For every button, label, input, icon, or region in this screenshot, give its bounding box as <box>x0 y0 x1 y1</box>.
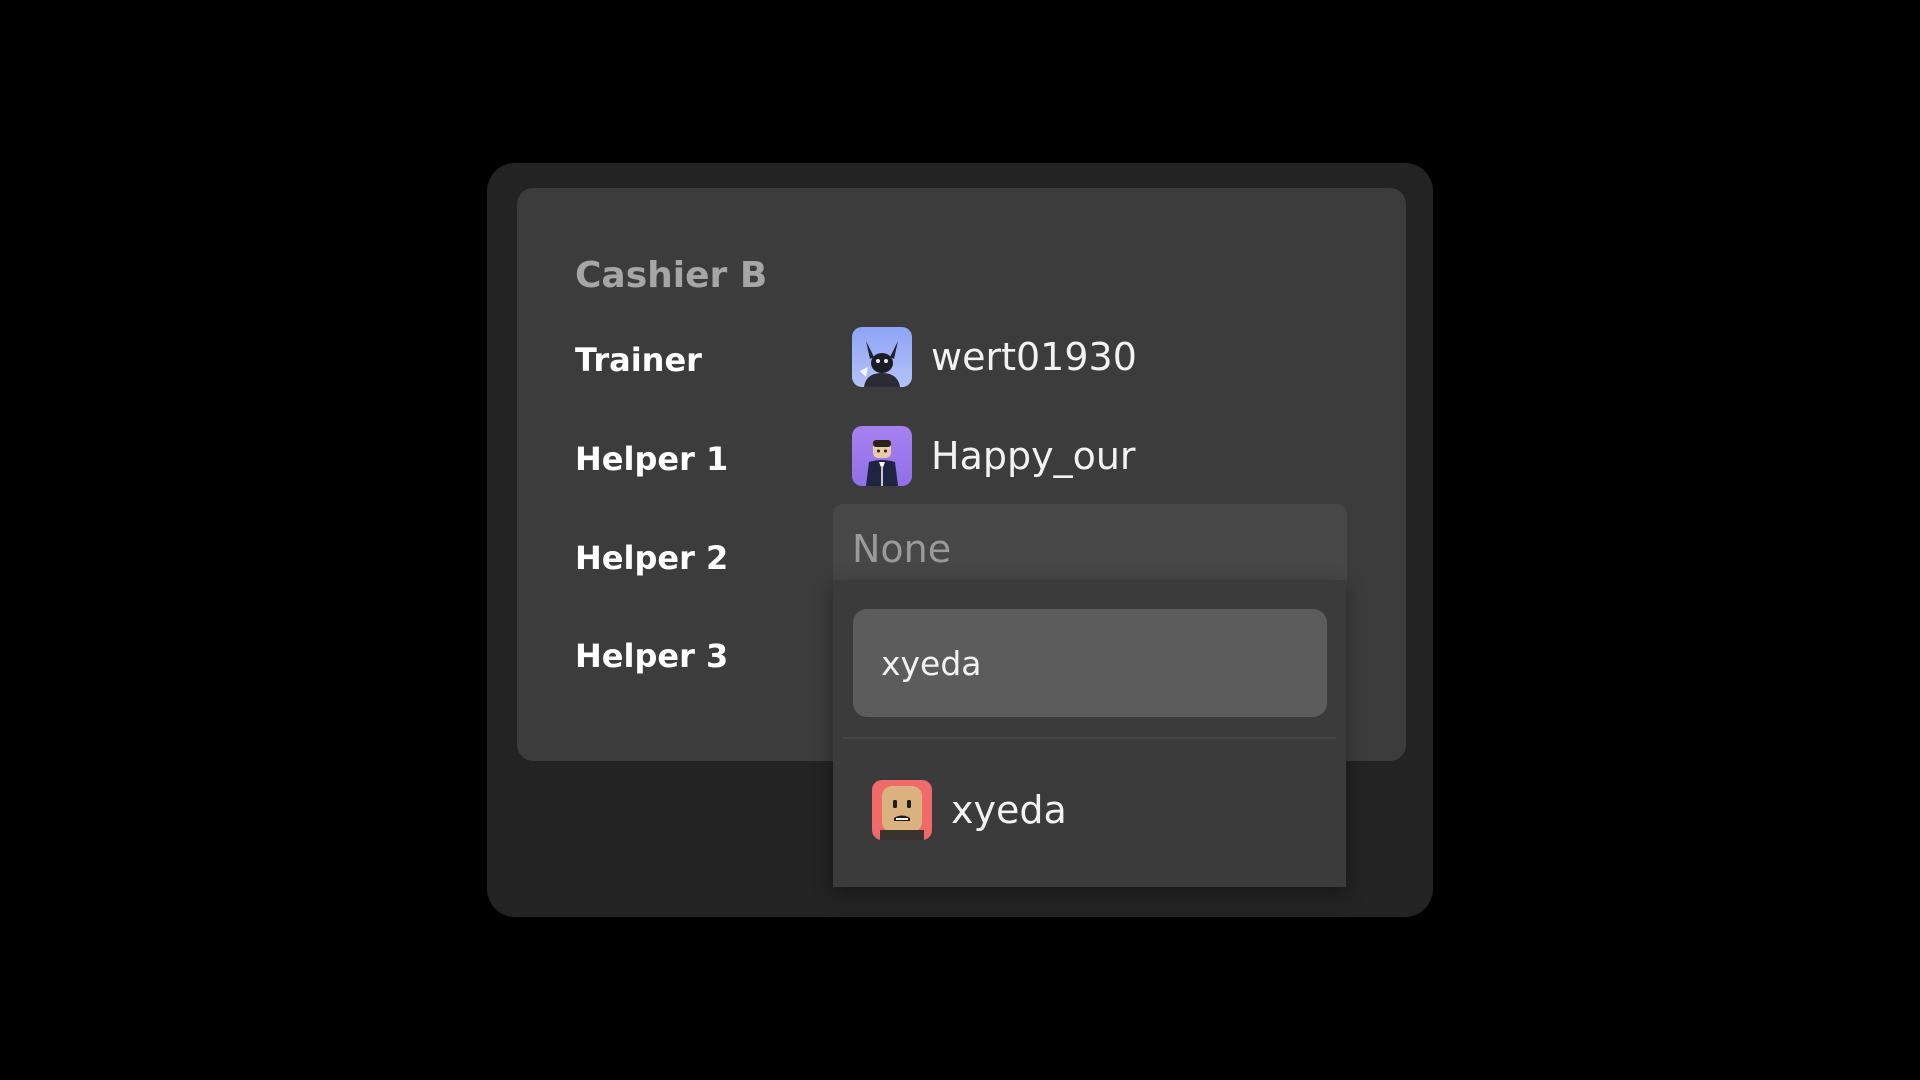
blocky-face-avatar-icon <box>872 780 932 840</box>
row-label-helper-3: Helper 3 <box>575 637 729 675</box>
row-label-helper-1: Helper 1 <box>575 440 729 478</box>
helper-1-username: Happy_our <box>931 434 1136 478</box>
helper-1-user[interactable]: Happy_our <box>852 426 1136 486</box>
dropdown-option-username: xyeda <box>951 788 1067 832</box>
user-search-input[interactable] <box>853 609 1327 717</box>
horned-character-avatar-icon <box>852 327 912 387</box>
dropdown-divider <box>843 737 1336 739</box>
helper-2-select-value: None <box>852 527 952 571</box>
suited-character-avatar-icon <box>852 426 912 486</box>
trainer-user[interactable]: wert01930 <box>852 327 1137 387</box>
dropdown-option-xyeda[interactable]: xyeda <box>833 755 1346 865</box>
row-label-helper-2: Helper 2 <box>575 539 729 577</box>
card-title: Cashier B <box>575 255 768 296</box>
row-label-trainer: Trainer <box>575 341 702 379</box>
user-search-dropdown: xyeda <box>833 580 1346 887</box>
helper-2-select[interactable]: None <box>833 504 1347 582</box>
trainer-username: wert01930 <box>931 335 1137 379</box>
